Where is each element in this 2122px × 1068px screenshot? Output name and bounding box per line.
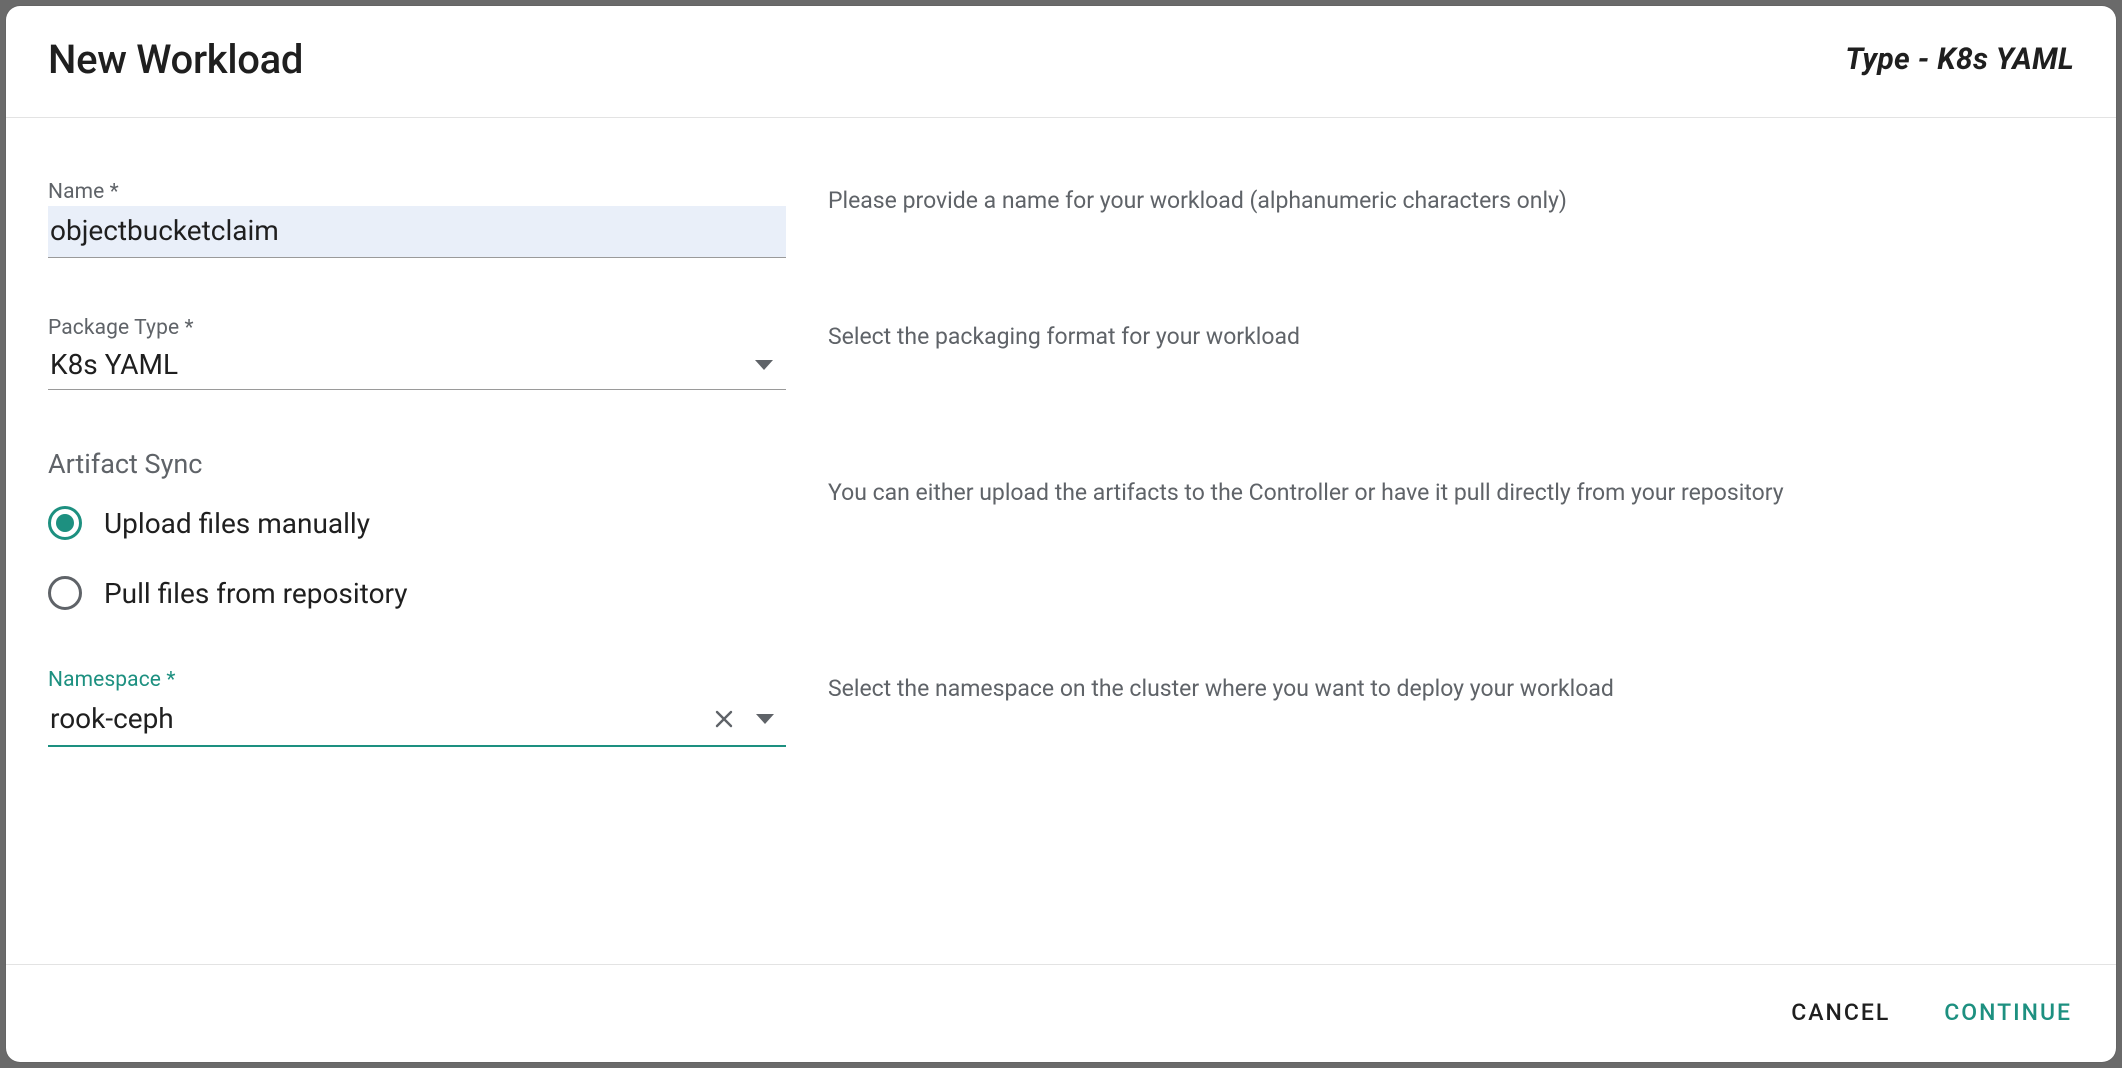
package-type-select[interactable]: K8s YAML [48, 342, 786, 390]
radio-pull-repository[interactable]: Pull files from repository [48, 576, 786, 610]
dropdown-caret-icon[interactable] [748, 703, 782, 735]
artifact-sync-helper: You can either upload the artifacts to t… [828, 476, 2074, 511]
radio-icon-unselected [48, 576, 82, 610]
name-field: Name * [48, 180, 786, 258]
package-type-value: K8s YAML [50, 348, 748, 381]
radio-icon-selected [48, 506, 82, 540]
package-type-helper-col: Select the packaging format for your wor… [828, 316, 2074, 355]
name-helper-col: Please provide a name for your workload … [828, 180, 2074, 219]
namespace-label: Namespace * [48, 668, 786, 692]
namespace-input[interactable] [50, 698, 700, 739]
name-label: Name * [48, 180, 786, 204]
namespace-helper-col: Select the namespace on the cluster wher… [828, 668, 2074, 707]
artifact-sync-helper-col: You can either upload the artifacts to t… [828, 448, 2074, 511]
type-prefix: Type - [1845, 42, 1937, 77]
dialog-header: New Workload Type - K8s YAML [6, 6, 2116, 118]
dialog-body: Name * Please provide a name for your wo… [6, 118, 2116, 964]
radio-upload-manually[interactable]: Upload files manually [48, 506, 786, 540]
name-input-wrapper [48, 206, 786, 258]
name-input[interactable] [48, 206, 786, 257]
package-type-helper: Select the packaging format for your wor… [828, 320, 2074, 355]
package-type-label: Package Type * [48, 316, 786, 340]
dialog-title: New Workload [48, 36, 303, 83]
row-package-type: Package Type * K8s YAML Select the packa… [48, 316, 2074, 390]
namespace-field: Namespace * [48, 668, 786, 747]
artifact-sync-field: Artifact Sync Upload files manually Pull… [48, 448, 786, 610]
cancel-button[interactable]: CANCEL [1785, 991, 1896, 1034]
name-helper: Please provide a name for your workload … [828, 184, 2074, 219]
dialog-footer: CANCEL CONTINUE [6, 964, 2116, 1062]
namespace-helper: Select the namespace on the cluster wher… [828, 672, 2074, 707]
continue-button[interactable]: CONTINUE [1938, 991, 2078, 1034]
row-artifact-sync: Artifact Sync Upload files manually Pull… [48, 448, 2074, 610]
row-name: Name * Please provide a name for your wo… [48, 180, 2074, 258]
namespace-combobox[interactable] [48, 694, 786, 747]
package-type-field: Package Type * K8s YAML [48, 316, 786, 390]
dropdown-caret-icon [748, 349, 780, 381]
artifact-sync-heading: Artifact Sync [48, 448, 786, 480]
clear-icon[interactable] [708, 703, 740, 735]
dialog-type: Type - K8s YAML [1845, 42, 2074, 77]
artifact-sync-radio-group: Upload files manually Pull files from re… [48, 506, 786, 610]
radio-pull-label: Pull files from repository [104, 577, 408, 610]
radio-upload-label: Upload files manually [104, 507, 370, 540]
row-namespace: Namespace * Select the namespace on the … [48, 668, 2074, 747]
type-value: K8s YAML [1937, 42, 2074, 77]
new-workload-dialog: New Workload Type - K8s YAML Name * Plea… [6, 6, 2116, 1062]
